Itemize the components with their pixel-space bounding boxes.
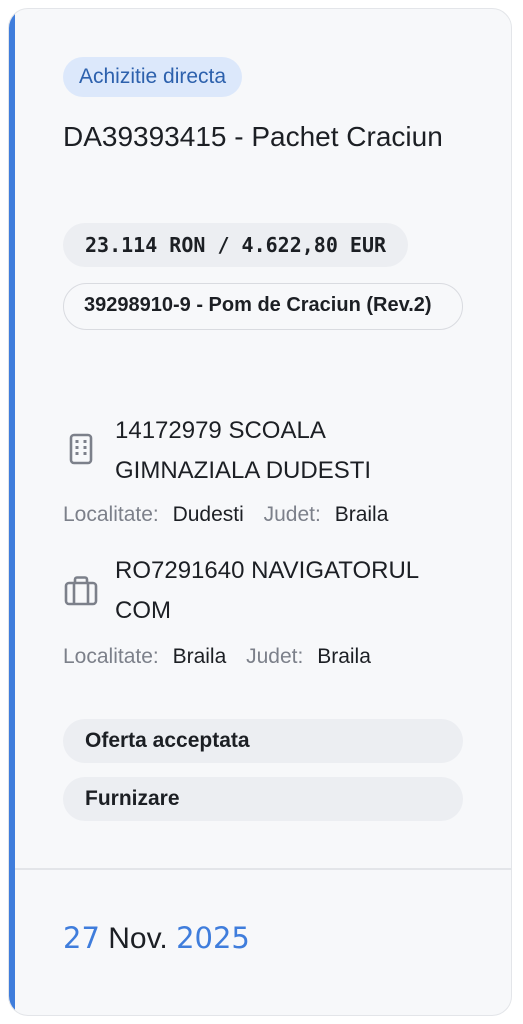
price-chip: 23.114 RON / 4.622,80 EUR (63, 223, 409, 267)
card-divider (15, 868, 511, 870)
supplier-judet: Braila (317, 645, 371, 668)
localitate-label: Localitate: (63, 503, 159, 526)
supplier-name[interactable]: RO7291640 NAVIGATORUL COM (115, 551, 475, 631)
supplier-location: Localitate: Braila Judet: Braila (63, 645, 371, 669)
authority-judet: Braila (334, 503, 389, 526)
status-pill: Oferta acceptata (63, 719, 463, 763)
judet-label: Judet: (263, 503, 321, 526)
procurement-card[interactable]: Achizitie directa DA39393415 - Pachet Cr… (8, 8, 512, 1016)
card-accent-bar (9, 9, 15, 1015)
authority-location: Localitate: Dudesti Judet: Braila (63, 503, 388, 527)
authority-name[interactable]: 14172979 SCOALA GIMNAZIALA DUDESTI (115, 411, 475, 491)
date-year: 2025 (176, 921, 250, 955)
briefcase-icon (63, 573, 99, 609)
authority-localitate: Dudesti (172, 503, 244, 526)
card-title[interactable]: DA39393415 - Pachet Craciun (63, 113, 483, 161)
supplier-localitate: Braila (172, 645, 227, 668)
building-icon (63, 431, 99, 467)
judet-label: Judet: (246, 645, 304, 668)
publication-date: 27 Nov. 2025 (63, 921, 250, 956)
localitate-label: Localitate: (63, 645, 159, 668)
date-day: 27 (63, 921, 100, 955)
contract-type-pill: Furnizare (63, 777, 463, 821)
cpv-chip: 39298910-9 - Pom de Craciun (Rev.2) (63, 283, 463, 330)
date-month: Nov. (108, 922, 168, 955)
procedure-type-badge: Achizitie directa (63, 57, 243, 97)
